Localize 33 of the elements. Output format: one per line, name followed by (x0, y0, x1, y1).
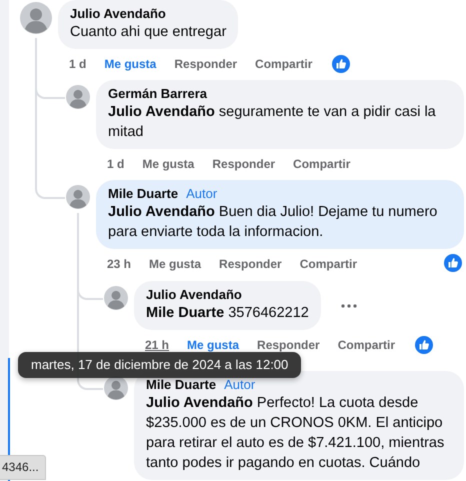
thread-connector (35, 176, 65, 199)
comment-text: Mile Duarte 3576462212 (146, 304, 309, 323)
like-link[interactable]: Me gusta (149, 257, 202, 271)
comment-text: Julio Avendaño seguramente te van a pidir casi la mitad (108, 103, 437, 142)
like-link[interactable]: Me gusta (104, 57, 156, 71)
comment-text: Julio Avendaño Buen dia Julio! Dejame tu numero para enviarte toda la informacion. (108, 203, 438, 242)
author-name[interactable]: Mile Duarte (146, 377, 216, 392)
timestamp-link[interactable]: 23 h (107, 257, 132, 271)
author-name[interactable]: Julio Avendaño (146, 287, 242, 302)
author-role-label: Autor (224, 377, 256, 392)
like-link[interactable]: Me gusta (142, 157, 194, 171)
author-name[interactable]: Germán Barrera (108, 86, 207, 101)
share-link[interactable]: Compartir (255, 57, 312, 71)
reply-link[interactable]: Responder (174, 57, 238, 71)
reply-link[interactable]: Responder (212, 157, 276, 171)
share-link[interactable]: Compartir (338, 338, 396, 352)
date-tooltip: martes, 17 de diciembre de 2024 a las 12:00 (18, 352, 302, 378)
like-link[interactable]: Me gusta (187, 338, 240, 352)
comment-text: Cuanto ahi que entregar (70, 23, 226, 42)
share-link[interactable]: Compartir (293, 157, 350, 171)
reply-link[interactable]: Responder (219, 257, 282, 271)
author-name[interactable]: Julio Avendaño (70, 6, 166, 21)
comment-text: Julio Avendaño Perfecto! La cuota desde $235.000 es de un CRONOS 0KM. El anticipo para retirar el auto es de $7.421.100, mientras tanto podes ir pagando en cuotas. Cuándo (146, 394, 446, 473)
share-link[interactable]: Compartir (300, 257, 358, 271)
more-options-icon[interactable] (340, 304, 357, 308)
reply-link[interactable]: Responder (257, 338, 320, 352)
timestamp-link[interactable]: 1 d (69, 57, 86, 71)
timestamp-link[interactable]: 21 h (145, 338, 170, 352)
avatar-icon[interactable] (104, 376, 128, 400)
status-bar: 4346... (0, 455, 46, 480)
timestamp-link[interactable]: 1 d (107, 157, 124, 171)
author-name[interactable]: Mile Duarte (108, 186, 178, 201)
author-role-label: Autor (186, 186, 218, 201)
